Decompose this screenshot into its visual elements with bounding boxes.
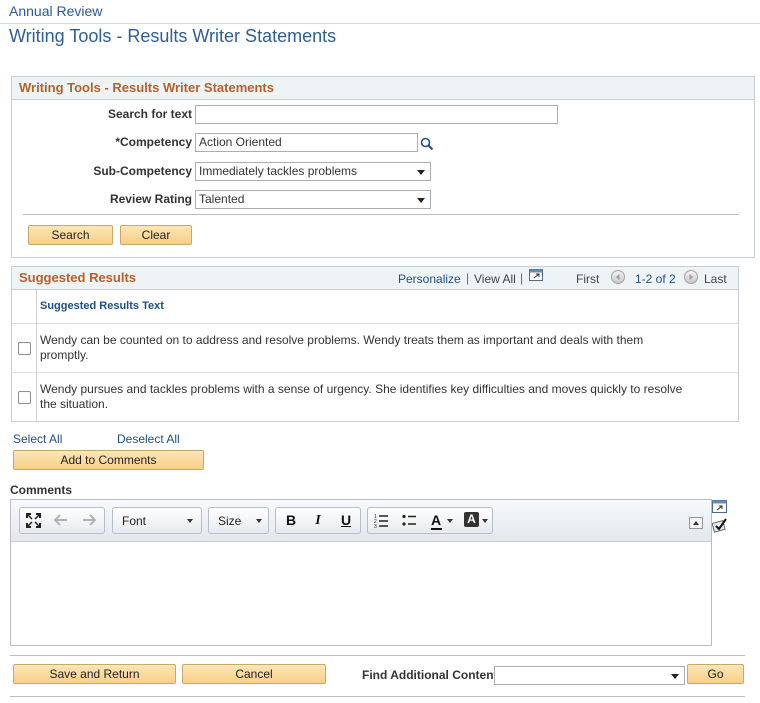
row-text: Wendy pursues and tackles problems with … <box>40 382 683 411</box>
separator: | <box>520 271 524 285</box>
search-divider <box>23 214 739 215</box>
text-color-swatch <box>431 528 442 530</box>
chevron-down-icon <box>671 674 679 679</box>
save-and-return-button[interactable]: Save and Return <box>13 664 176 684</box>
last-label: Last <box>704 272 727 286</box>
background-color-button[interactable]: A <box>464 508 490 533</box>
rating-label: Review Rating <box>109 192 192 206</box>
popout-grid-icon[interactable] <box>529 269 543 281</box>
subcompetency-select[interactable]: Immediately tackles problems <box>195 162 431 181</box>
text-color-button[interactable]: A <box>430 508 456 533</box>
footer-divider-top <box>10 655 745 656</box>
column-header[interactable]: Suggested Results Text <box>40 300 164 312</box>
footer-divider-bottom <box>10 696 745 697</box>
spell-check-icon[interactable] <box>712 517 728 533</box>
numbered-list-icon[interactable]: 1 2 3 <box>374 513 389 528</box>
font-combo-label: Font <box>122 514 147 528</box>
bulleted-list-icon[interactable] <box>402 513 417 528</box>
redo-icon[interactable] <box>82 514 96 526</box>
row-checkbox[interactable] <box>18 342 31 355</box>
select-all-link[interactable]: Select All <box>13 432 62 446</box>
deselect-all-link[interactable]: Deselect All <box>117 432 180 446</box>
arrow-right-icon <box>689 274 693 280</box>
search-panel-title: Writing Tools - Results Writer Statement… <box>12 77 754 100</box>
search-label: Search for text <box>107 107 192 121</box>
size-combo-label: Size <box>218 514 242 528</box>
separator: | <box>466 271 470 285</box>
bg-color-label: A <box>464 512 479 527</box>
undo-icon[interactable] <box>54 514 68 526</box>
rating-value: Talented <box>199 192 245 206</box>
cancel-button[interactable]: Cancel <box>182 664 326 684</box>
page-title: Writing Tools - Results Writer Statement… <box>9 26 337 46</box>
arrow-left-icon <box>616 274 620 280</box>
rating-select[interactable]: Talented <box>195 190 431 209</box>
collapse-toolbar-icon[interactable] <box>689 517 703 529</box>
breadcrumb[interactable]: Annual Review <box>9 3 102 19</box>
search-button[interactable]: Search <box>28 225 113 245</box>
comments-label: Comments <box>10 483 73 497</box>
triangle-up-icon <box>693 521 699 525</box>
font-combo[interactable]: Font <box>112 507 202 534</box>
subcompetency-value: Immediately tackles problems <box>199 164 358 178</box>
go-button[interactable]: Go <box>687 664 744 684</box>
clear-button[interactable]: Clear <box>120 225 192 245</box>
add-to-comments-button[interactable]: Add to Comments <box>13 450 204 470</box>
results-title: Suggested Results <box>12 267 738 290</box>
row-range: 1-2 of 2 <box>635 272 676 286</box>
competency-label: *Competency <box>115 135 192 149</box>
view-all-link[interactable]: View All <box>474 272 516 286</box>
row-checkbox[interactable] <box>18 391 31 404</box>
chevron-down-icon <box>447 519 453 523</box>
svg-text:3: 3 <box>374 524 377 528</box>
chevron-down-icon <box>417 198 425 203</box>
next-icon[interactable] <box>684 270 698 284</box>
competency-input[interactable]: Action Oriented <box>195 133 418 152</box>
text-color-label: A <box>431 512 442 528</box>
bold-button[interactable]: B <box>281 508 301 533</box>
chevron-down-icon <box>417 170 425 175</box>
subcompetency-label: Sub-Competency <box>93 164 192 178</box>
find-content-label: Find Additional Content <box>362 668 498 682</box>
popout-editor-icon[interactable] <box>712 500 727 513</box>
previous-icon[interactable] <box>611 270 625 284</box>
underline-button[interactable]: U <box>336 508 356 533</box>
editor-content[interactable] <box>12 543 710 644</box>
find-content-select[interactable] <box>494 666 685 685</box>
chevron-down-icon <box>482 519 488 523</box>
header-divider <box>0 23 760 24</box>
italic-button[interactable]: I <box>308 508 328 533</box>
chevron-down-icon <box>187 519 193 523</box>
chevron-down-icon <box>256 519 262 523</box>
row-text: Wendy can be counted on to address and r… <box>40 333 644 362</box>
maximize-icon[interactable] <box>26 513 41 528</box>
size-combo[interactable]: Size <box>208 507 269 534</box>
search-input[interactable] <box>195 105 558 124</box>
lookup-search-icon[interactable] <box>420 137 434 151</box>
first-label: First <box>576 272 600 286</box>
personalize-link[interactable]: Personalize <box>398 272 461 286</box>
